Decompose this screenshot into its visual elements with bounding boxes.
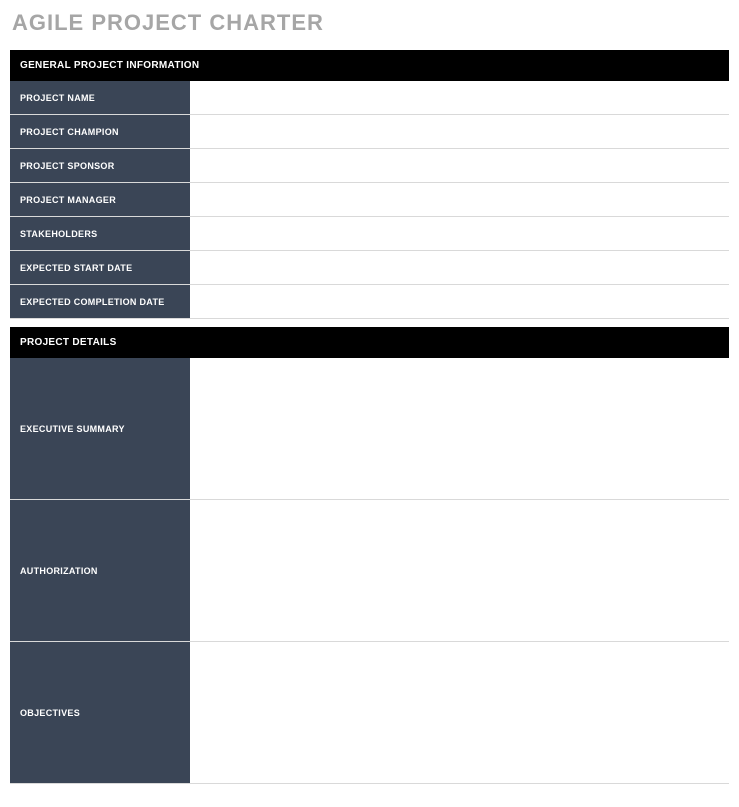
label-project-manager: PROJECT MANAGER — [10, 183, 190, 216]
row-project-champion: PROJECT CHAMPION — [10, 115, 729, 149]
section-header-details: PROJECT DETAILS — [10, 327, 729, 358]
value-project-sponsor[interactable] — [190, 149, 729, 182]
value-expected-start[interactable] — [190, 251, 729, 284]
label-project-name: PROJECT NAME — [10, 81, 190, 114]
page-title: AGILE PROJECT CHARTER — [12, 10, 729, 36]
label-expected-start: EXPECTED START DATE — [10, 251, 190, 284]
label-stakeholders: STAKEHOLDERS — [10, 217, 190, 250]
label-project-sponsor: PROJECT SPONSOR — [10, 149, 190, 182]
section-header-general: GENERAL PROJECT INFORMATION — [10, 50, 729, 81]
value-expected-completion[interactable] — [190, 285, 729, 318]
value-executive-summary[interactable] — [190, 358, 729, 499]
row-executive-summary: EXECUTIVE SUMMARY — [10, 358, 729, 500]
label-expected-completion: EXPECTED COMPLETION DATE — [10, 285, 190, 318]
label-objectives: OBJECTIVES — [10, 642, 190, 783]
label-authorization: AUTHORIZATION — [10, 500, 190, 641]
label-project-champion: PROJECT CHAMPION — [10, 115, 190, 148]
row-expected-start: EXPECTED START DATE — [10, 251, 729, 285]
row-project-manager: PROJECT MANAGER — [10, 183, 729, 217]
value-project-name[interactable] — [190, 81, 729, 114]
row-project-sponsor: PROJECT SPONSOR — [10, 149, 729, 183]
section-gap — [10, 319, 729, 327]
row-expected-completion: EXPECTED COMPLETION DATE — [10, 285, 729, 319]
value-objectives[interactable] — [190, 642, 729, 783]
row-project-name: PROJECT NAME — [10, 81, 729, 115]
value-project-manager[interactable] — [190, 183, 729, 216]
row-authorization: AUTHORIZATION — [10, 500, 729, 642]
section-general: GENERAL PROJECT INFORMATION PROJECT NAME… — [10, 50, 729, 319]
value-project-champion[interactable] — [190, 115, 729, 148]
label-executive-summary: EXECUTIVE SUMMARY — [10, 358, 190, 499]
value-authorization[interactable] — [190, 500, 729, 641]
row-stakeholders: STAKEHOLDERS — [10, 217, 729, 251]
row-objectives: OBJECTIVES — [10, 642, 729, 784]
value-stakeholders[interactable] — [190, 217, 729, 250]
section-details: PROJECT DETAILS EXECUTIVE SUMMARY AUTHOR… — [10, 327, 729, 784]
